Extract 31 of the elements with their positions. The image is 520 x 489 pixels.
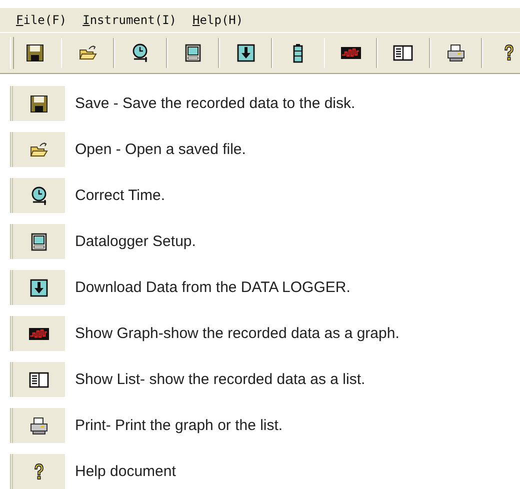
toolbar-button[interactable] xyxy=(10,270,65,305)
toolbar-button[interactable] xyxy=(10,178,65,213)
menu-item[interactable]: Help(H) xyxy=(192,13,244,27)
menu-item[interactable]: Instrument(I) xyxy=(82,13,177,27)
book-icon xyxy=(29,370,49,390)
book-icon xyxy=(393,43,414,63)
description: Print- Print the graph or the list. xyxy=(75,417,283,434)
printer-icon xyxy=(29,416,49,436)
clock-icon xyxy=(29,186,49,206)
description: Show Graph-show the recorded data as a graph. xyxy=(75,325,400,342)
description: Datalogger Setup. xyxy=(75,233,196,250)
toolbar-button[interactable] xyxy=(10,86,65,121)
toolbar-button[interactable] xyxy=(10,132,65,167)
description: Open - Open a saved file. xyxy=(75,141,246,158)
folder-icon xyxy=(29,140,49,160)
description: Show List- show the recorded data as a list. xyxy=(75,371,366,388)
toolbar-button[interactable] xyxy=(10,316,65,351)
description: Help document xyxy=(75,463,176,480)
toolbar-button[interactable] xyxy=(10,362,65,397)
download-icon xyxy=(29,278,49,298)
toolbar-button[interactable] xyxy=(10,224,65,259)
monitor-icon xyxy=(29,232,49,252)
toolbar-button[interactable] xyxy=(10,454,65,489)
description: Correct Time. xyxy=(75,187,166,204)
toolbar-button[interactable] xyxy=(10,408,65,443)
printer-icon xyxy=(446,43,466,63)
description: Download Data from the DATA LOGGER. xyxy=(75,279,350,296)
description: Save - Save the recorded data to the disk. xyxy=(75,95,356,112)
monitor-icon xyxy=(183,43,203,63)
download-icon xyxy=(236,43,256,63)
menu-item[interactable]: File(F) xyxy=(16,13,67,27)
